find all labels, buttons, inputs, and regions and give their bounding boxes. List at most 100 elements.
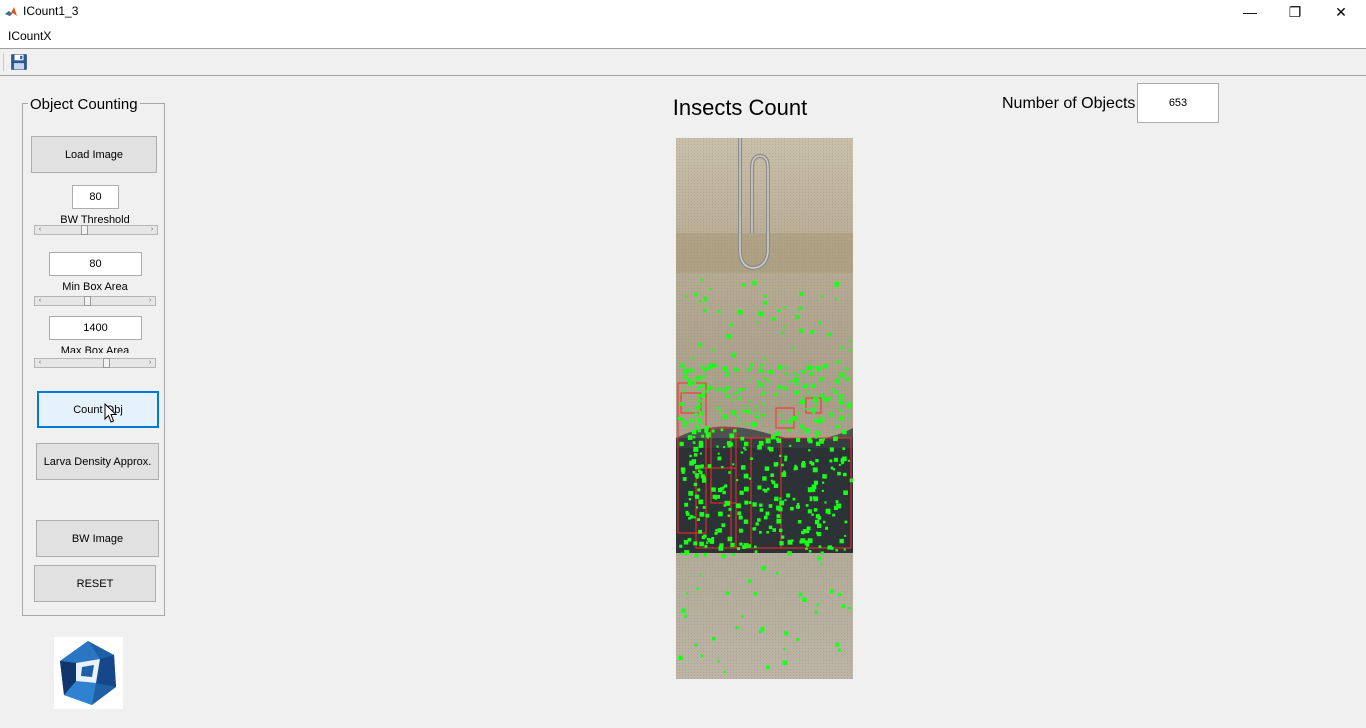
detection-marker [749,399,752,402]
maximize-button[interactable]: ❐ [1272,0,1318,24]
slider-right-arrow-icon[interactable]: › [147,226,157,234]
reset-button[interactable]: RESET [34,565,156,602]
detection-marker [820,563,823,566]
detection-marker [698,411,704,416]
detection-marker [688,517,691,520]
detection-marker [744,441,749,447]
detection-marker [679,441,684,447]
detection-marker [813,407,817,411]
min-box-area-field[interactable]: 80 [49,252,142,276]
close-button[interactable]: ✕ [1318,0,1364,24]
slider-left-arrow-icon[interactable]: ‹ [35,297,45,305]
max-box-area-field[interactable]: 1400 [49,316,142,340]
detection-marker [763,515,768,520]
detection-marker [681,608,686,613]
min-box-area-slider[interactable]: ‹ › [34,296,156,306]
slider-left-arrow-icon[interactable]: ‹ [35,226,45,234]
detection-marker [792,372,796,375]
detection-marker [842,429,847,435]
detection-marker [737,416,740,419]
detection-marker [809,371,814,376]
detection-marker [756,321,759,324]
detection-marker [679,402,684,406]
slider-thumb[interactable] [84,296,92,306]
detection-marker [694,494,700,499]
load-image-button[interactable]: Load Image [31,136,157,173]
detection-marker [744,448,747,451]
detection-marker [718,546,724,551]
detection-marker [678,416,682,421]
detection-marker [701,393,706,398]
number-of-objects-field[interactable]: 653 [1137,83,1219,123]
save-icon[interactable] [10,53,28,71]
detection-marker [694,292,699,297]
detection-marker [752,502,757,507]
count-obj-button[interactable]: Count Obj [37,391,159,428]
detection-marker [781,472,787,477]
detection-marker [759,503,763,507]
detection-marker [770,473,774,477]
detection-marker [839,538,844,544]
detection-marker [703,390,707,394]
detection-marker [815,459,819,463]
detection-marker [834,390,839,395]
bw-threshold-field[interactable]: 80 [72,185,119,209]
detection-marker [725,394,729,399]
detection-marker [800,538,806,544]
slider-right-arrow-icon[interactable]: › [145,297,155,305]
slider-thumb[interactable] [81,225,89,235]
number-of-objects-label: Number of Objects [1002,95,1136,112]
detection-marker [836,503,842,509]
detection-marker [721,523,726,528]
detection-marker [715,529,718,532]
detection-marker [693,516,696,519]
detection-marker [835,549,838,552]
detection-marker [684,550,690,555]
window-title: ICount1_3 [23,4,79,18]
detection-marker [796,412,800,415]
detection-marker [768,525,773,530]
detection-marker [765,438,771,444]
detection-marker [806,365,811,370]
detection-marker [775,431,780,436]
insect-trap-image [676,138,853,679]
detection-marker [680,417,684,421]
detection-marker [775,571,779,575]
detection-marker [773,462,779,467]
max-box-area-slider[interactable]: ‹ › [34,358,156,368]
detection-marker [810,330,815,334]
detection-marker [701,535,706,540]
detection-marker [700,278,703,281]
detection-marker [837,471,841,476]
detection-marker [817,556,821,561]
detection-marker [726,334,731,339]
toolbar-grip [3,53,4,71]
detection-marker [763,357,766,360]
detection-marker [698,499,704,505]
detection-marker [767,380,771,383]
detection-marker [844,520,848,524]
detection-marker [837,592,842,597]
detection-marker [709,363,714,368]
detection-marker [808,449,811,452]
minimize-button[interactable]: — [1227,0,1273,24]
bw-threshold-slider[interactable]: ‹ › [34,225,158,235]
detection-marker [757,518,761,522]
menu-item-icountx[interactable]: ICountX [8,29,51,43]
detection-marker [783,305,787,309]
detection-marker [759,531,762,534]
min-box-area-label: Min Box Area [62,281,128,293]
detection-marker [784,458,787,462]
detection-marker [744,486,749,492]
slider-right-arrow-icon[interactable]: › [145,359,155,367]
detection-marker [763,377,767,381]
detection-marker [720,487,724,491]
detection-marker [817,523,822,528]
slider-thumb[interactable] [102,358,110,368]
detection-marker [722,490,726,495]
slider-left-arrow-icon[interactable]: ‹ [35,359,45,367]
bw-image-button[interactable]: BW Image [36,520,159,557]
larva-density-button[interactable]: Larva Density Approx. [36,443,159,480]
detection-marker [704,544,708,548]
detection-marker [694,643,698,647]
